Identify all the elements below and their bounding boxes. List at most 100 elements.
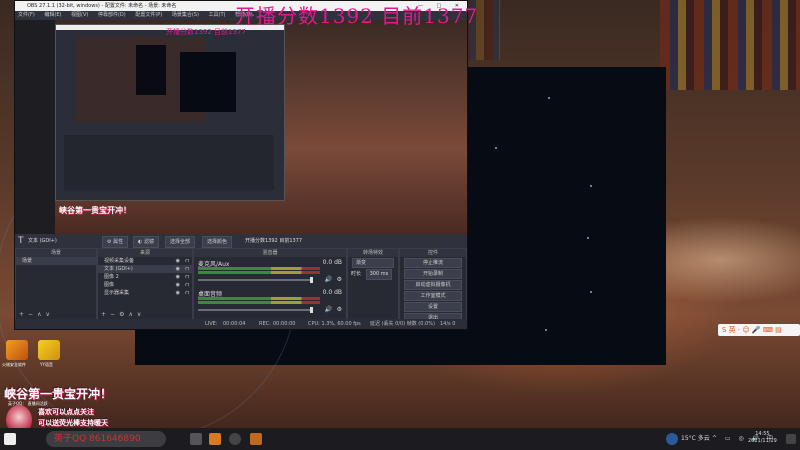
settings-button[interactable]: 设置 [404,302,462,312]
remove-icon[interactable]: − [110,311,119,318]
nested-dark-canvas [180,52,236,112]
star [590,291,592,293]
volume-slider[interactable] [198,307,313,313]
start-recording-button[interactable]: 开始录制 [404,269,462,279]
up-icon[interactable]: ∧ [128,311,136,318]
obs-taskbar-icon[interactable] [229,433,241,445]
menu-profile[interactable]: 配置文件(P) [135,12,162,18]
lock-icon[interactable]: ⊓ [185,281,189,289]
mixer-dock: 混音器 麦克风/Aux 0.0 dB 🔊 ⚙ 桌面音频 0.0 dB 🔊 ⚙ [193,248,347,320]
weather-icon[interactable] [666,433,678,445]
star [590,185,592,187]
channel-db: 0.0 dB [322,289,342,296]
mixer-channel: 麦克风/Aux 0.0 dB 🔊 ⚙ [194,257,346,287]
volume-slider[interactable] [198,277,313,283]
taskbar-clock[interactable]: 14:55 2021/11/29 [748,431,777,445]
sources-header: 来源 [98,249,192,257]
volume-meter [198,267,320,270]
nested-canvas [136,45,166,95]
rec-time: 00:00:00 [273,321,296,327]
taskbar-app-icon[interactable] [190,433,202,445]
huorong-icon[interactable] [6,340,28,360]
menu-tools[interactable]: 工具(T) [209,12,226,18]
source-label: 图像 2 [104,274,119,280]
sources-dock: 来源 视频采集设备 ◉ ⊓ 文本 (GDI+) ◉ ⊓ 图像 2 ◉ ⊓ 图像 ◉ ⊓ 显示器采… [97,248,193,320]
text-icon: T [18,236,24,246]
menu-view[interactable]: 视图(V) [71,12,88,18]
eye-icon[interactable]: ◉ [176,289,180,297]
volume-meter [198,271,320,274]
live-label: LIVE: [205,321,218,327]
scenes-footer: +−∧∨ [16,311,96,319]
source-label: 文本 (GDI+) [104,266,133,272]
menu-docks[interactable]: 停靠部件(D) [98,12,126,18]
eye-icon[interactable]: ◉ [176,257,180,265]
add-icon[interactable]: + [101,311,110,318]
stop-streaming-button[interactable]: 停止推流 [404,258,462,268]
desktop-icon-label: YY语音 [40,362,53,367]
select-all-button[interactable]: 选择全部 [165,236,196,248]
eye-icon[interactable]: ◉ [176,265,180,273]
transitions-header: 转场特效 [348,249,398,257]
transitions-dock: 转场特效 渐变 时长 300 ms [347,248,399,320]
yy-icon[interactable] [38,340,60,360]
follow-banner: 喜欢可以点点关注 [38,408,94,416]
source-item[interactable]: 视频采集设备 ◉ ⊓ [98,257,192,265]
down-icon[interactable]: ∨ [45,311,53,318]
window-title: OBS 27.1.1 (32-bit, windows) - 配置文件: 未命名… [27,3,177,9]
menu-file[interactable]: 文件(F) [18,12,35,18]
scene-item[interactable]: 场景 [16,257,96,265]
lock-icon[interactable]: ⊓ [185,289,189,297]
eye-icon[interactable]: ◉ [176,273,180,281]
menu-edit[interactable]: 编辑(E) [44,12,61,18]
filters-button[interactable]: ◐ 滤镜 [133,236,159,248]
gear-icon[interactable]: ⚙ [337,276,342,283]
obs-preview[interactable]: 开播分数1392 目前1377 峡谷第一贵宝开冲！ [15,20,467,234]
gear-icon[interactable]: ⚙ [337,306,342,313]
slider-knob[interactable] [310,277,313,283]
dropped-frames: 延迟 (丢失 0/0) 帧数 (0.0%) [370,321,435,327]
select-color-button[interactable]: 选择颜色 [202,236,233,248]
properties-label: 属性 [113,239,124,245]
transition-select[interactable]: 渐变 [352,258,394,268]
add-icon[interactable]: + [19,311,28,318]
menu-scene-collection[interactable]: 场景集合(S) [172,12,199,18]
nested-docks [64,135,274,190]
volume-meter [198,297,320,300]
source-item[interactable]: 显示器采集 ◉ ⊓ [98,289,192,297]
down-icon[interactable]: ∨ [137,311,145,318]
support-banner: 可以送荧光棒支持暖天 [38,419,108,427]
source-item[interactable]: 文本 (GDI+) ◉ ⊓ [98,265,192,273]
wallpaper-bookshelf [660,0,800,90]
taskbar-app-icon[interactable] [250,433,262,445]
source-label: 视频采集设备 [104,258,135,264]
virtual-camera-button[interactable]: 启动虚拟摄像机 [404,280,462,290]
lock-icon[interactable]: ⊓ [185,265,189,273]
windows-start-icon[interactable] [4,433,16,445]
slider-knob[interactable] [310,307,313,313]
taskbar-app-icon[interactable] [209,433,221,445]
scenes-dock: 场景 场景 +−∧∨ [15,248,97,320]
source-item[interactable]: 图像 2 ◉ ⊓ [98,273,192,281]
star [548,97,550,99]
duration-row: 时长 300 ms [348,269,398,280]
bitrate: 14/s 0 [440,321,456,327]
controls-header: 控件 [400,249,466,257]
source-item[interactable]: 图像 ◉ ⊓ [98,281,192,289]
notification-icon[interactable] [786,434,796,444]
sogou-ime-bar[interactable]: S 英 · ☺ 🎤 ⌨ ▤ [718,324,800,336]
speaker-icon[interactable]: 🔊 [325,276,332,283]
obs-window[interactable]: OBS 27.1.1 (32-bit, windows) - 配置文件: 未命名… [14,0,468,330]
remove-icon[interactable]: − [28,311,37,318]
score-strip: 英子QQ 861646890 [46,431,166,447]
lock-icon[interactable]: ⊓ [185,273,189,281]
score-overlay-title: 开播分数1392 目前1377 [235,4,479,28]
eye-icon[interactable]: ◉ [176,281,180,289]
lock-icon[interactable]: ⊓ [185,257,189,265]
speaker-icon[interactable]: 🔊 [325,306,332,313]
duration-input[interactable]: 300 ms [365,269,393,280]
nested-obs-window: 开播分数1392 目前1377 [55,24,285,201]
studio-mode-button[interactable]: 工作室模式 [404,291,462,301]
properties-button[interactable]: ⚙ 属性 [102,236,129,248]
selected-source-name: 文本 (GDI+) [28,238,57,244]
